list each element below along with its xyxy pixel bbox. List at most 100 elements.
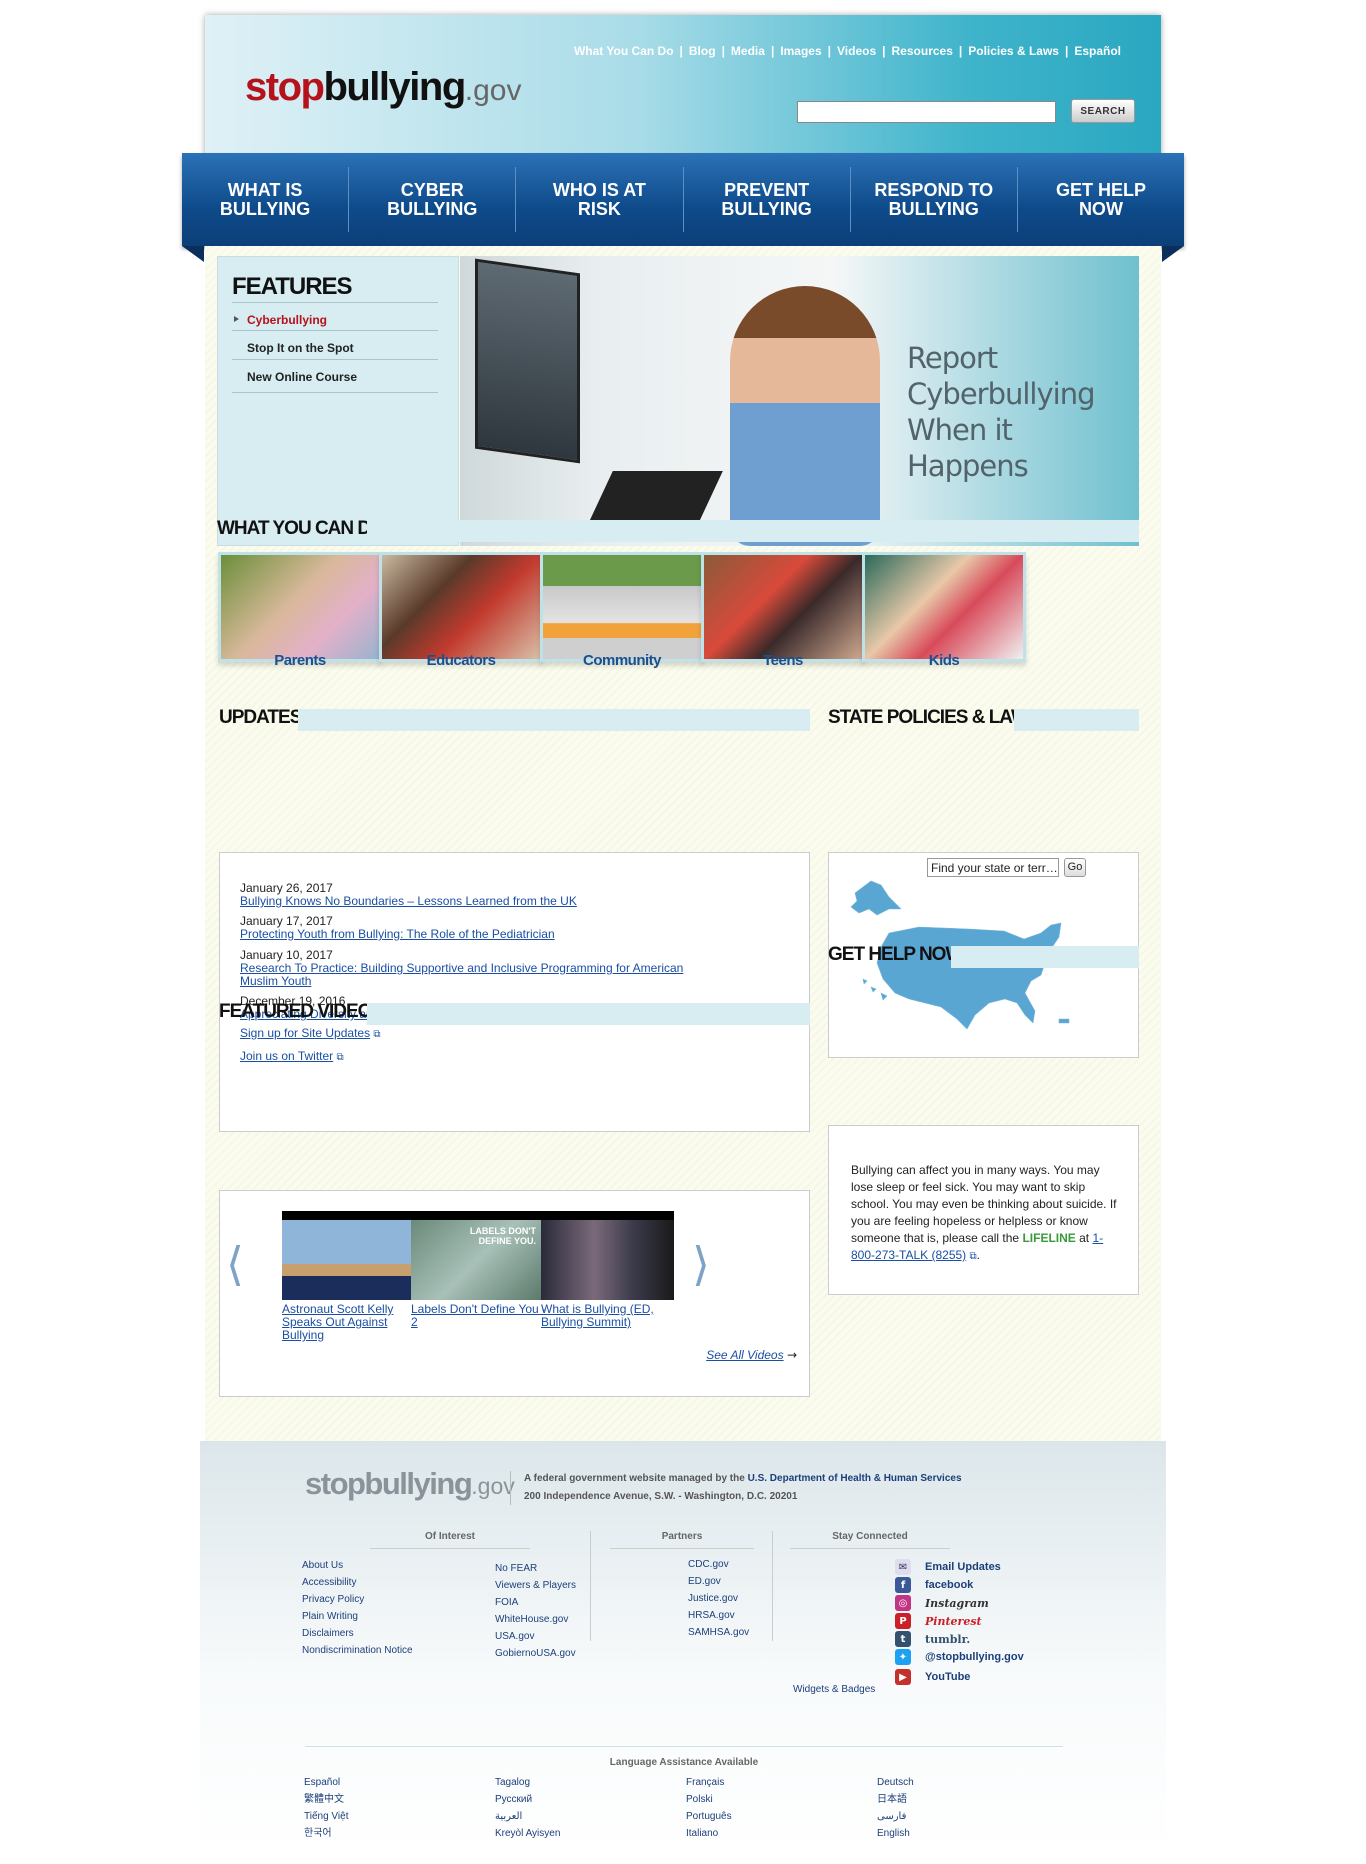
- social-facebook[interactable]: f facebook: [895, 1577, 973, 1593]
- instagram-icon: ◎: [895, 1595, 911, 1611]
- footer-link[interactable]: GobiernoUSA.gov: [495, 1645, 576, 1662]
- nav-what-is-bullying[interactable]: WHAT IS BULLYING: [182, 167, 350, 232]
- footer-link[interactable]: Disclaimers: [302, 1625, 413, 1642]
- feature-item-online-course[interactable]: New Online Course: [232, 359, 438, 393]
- carousel-prev-arrow-icon[interactable]: ⟨: [226, 1241, 244, 1287]
- language-link[interactable]: Deutsch: [877, 1774, 914, 1791]
- language-link[interactable]: Kreyòl Ayisyen: [495, 1825, 560, 1842]
- widgets-link[interactable]: Widgets & Badges: [793, 1681, 875, 1698]
- features-panel: FEATURES Cyberbullying Stop It on the Sp…: [217, 256, 459, 546]
- see-all-videos[interactable]: See All Videos →: [706, 1348, 797, 1362]
- videos-heading: FEATURED VIDEOS: [219, 1001, 384, 1022]
- language-link[interactable]: 繁體中文: [304, 1791, 348, 1808]
- footer-link[interactable]: CDC.gov: [688, 1556, 749, 1573]
- hero-banner[interactable]: Report Cyberbullying When it Happens: [460, 256, 1139, 546]
- language-link[interactable]: العربية: [495, 1808, 560, 1825]
- footer-link[interactable]: WhiteHouse.gov: [495, 1611, 576, 1628]
- search-button[interactable]: SEARCH: [1071, 99, 1135, 123]
- footer-link[interactable]: Privacy Policy: [302, 1591, 413, 1608]
- stay-connected-heading: Stay Connected: [790, 1531, 950, 1549]
- language-link[interactable]: Italiano: [686, 1825, 732, 1842]
- language-link[interactable]: 한국어: [304, 1825, 348, 1842]
- video-thumb-labels[interactable]: LABELS DON'T DEFINE YOU.: [411, 1211, 544, 1300]
- update-link[interactable]: Bullying Knows No Boundaries – Lessons L…: [240, 894, 577, 908]
- video-thumb-what-is-bullying[interactable]: [541, 1211, 674, 1300]
- twitter-icon: ✦: [895, 1649, 911, 1665]
- puerto-rico-shape: [1058, 1018, 1070, 1024]
- toplink-images[interactable]: Images: [780, 44, 821, 58]
- toplink-policies-laws[interactable]: Policies & Laws: [968, 44, 1059, 58]
- footer-link[interactable]: Justice.gov: [688, 1590, 749, 1607]
- toplink-blog[interactable]: Blog: [689, 44, 716, 58]
- footer-link[interactable]: Plain Writing: [302, 1608, 413, 1625]
- nav-get-help-now[interactable]: GET HELP NOW: [1018, 167, 1184, 232]
- footer-link[interactable]: ED.gov: [688, 1573, 749, 1590]
- language-link[interactable]: Polski: [686, 1791, 732, 1808]
- footer-link[interactable]: Viewers & Players: [495, 1577, 576, 1594]
- teens-image[interactable]: [701, 552, 865, 662]
- update-link[interactable]: Protecting Youth from Bullying: The Role…: [240, 927, 555, 941]
- footer-link[interactable]: Nondiscrimination Notice: [302, 1642, 413, 1659]
- language-link[interactable]: English: [877, 1825, 914, 1842]
- kids-image[interactable]: [862, 552, 1026, 662]
- main-content: FEATURES Cyberbullying Stop It on the Sp…: [205, 246, 1161, 1471]
- social-email[interactable]: ✉ Email Updates: [895, 1559, 1001, 1575]
- educators-image[interactable]: [379, 552, 543, 662]
- toplink-espanol[interactable]: Español: [1074, 44, 1121, 58]
- community-image[interactable]: [540, 552, 704, 662]
- video-thumb-astronaut[interactable]: [282, 1211, 415, 1300]
- nav-respond-to-bullying[interactable]: RESPOND TO BULLYING: [851, 167, 1018, 232]
- external-link-icon: ⧉: [969, 1251, 977, 1262]
- social-tumblr[interactable]: t tumblr.: [895, 1631, 970, 1647]
- signup-link[interactable]: Sign up for Site Updates: [240, 1026, 370, 1040]
- social-instagram[interactable]: ◎ Instagram: [895, 1595, 989, 1611]
- partners-list: CDC.gov ED.gov Justice.gov HRSA.gov SAMH…: [688, 1556, 749, 1641]
- kids-link[interactable]: Kids: [862, 652, 1026, 669]
- footer-link[interactable]: SAMHSA.gov: [688, 1624, 749, 1641]
- language-link[interactable]: Français: [686, 1774, 732, 1791]
- section-bar: [951, 946, 1139, 968]
- footer-link[interactable]: HRSA.gov: [688, 1607, 749, 1624]
- footer-link[interactable]: FOIA: [495, 1594, 576, 1611]
- nav-cyberbullying[interactable]: CYBER BULLYING: [349, 167, 517, 232]
- language-link[interactable]: Tagalog: [495, 1774, 560, 1791]
- toplink-videos[interactable]: Videos: [837, 44, 876, 58]
- language-link[interactable]: Tiếng Việt: [304, 1808, 348, 1825]
- parents-image[interactable]: [218, 552, 382, 662]
- toplink-what-you-can-do[interactable]: What You Can Do: [574, 44, 674, 58]
- site-logo[interactable]: stopbullying.gov: [245, 65, 521, 110]
- educators-link[interactable]: Educators: [379, 652, 543, 669]
- toplink-media[interactable]: Media: [731, 44, 765, 58]
- footer-link[interactable]: No FEAR: [495, 1560, 576, 1577]
- update-link[interactable]: Research To Practice: Building Supportiv…: [240, 961, 683, 988]
- language-link[interactable]: Русский: [495, 1791, 560, 1808]
- video-link-astronaut[interactable]: Astronaut Scott Kelly Speaks Out Against…: [282, 1303, 422, 1342]
- language-link[interactable]: 日本語: [877, 1791, 914, 1808]
- video-link-labels[interactable]: Labels Don't Define You - 2: [411, 1303, 551, 1329]
- teens-link[interactable]: Teens: [701, 652, 865, 669]
- main-nav: WHAT IS BULLYING CYBER BULLYING WHO IS AT R…: [182, 153, 1184, 262]
- social-twitter[interactable]: ✦ @stopbullying.gov: [895, 1649, 1024, 1665]
- language-link[interactable]: Português: [686, 1808, 732, 1825]
- nav-who-is-at-risk[interactable]: WHO IS AT RISK: [516, 167, 684, 232]
- twitter-link[interactable]: Join us on Twitter: [240, 1049, 333, 1063]
- footer-link[interactable]: USA.gov: [495, 1628, 576, 1645]
- footer-logo[interactable]: stopbullying.gov: [305, 1466, 515, 1502]
- update-item: January 10, 2017 Research To Practice: Bu…: [240, 948, 684, 988]
- search-input[interactable]: [797, 101, 1056, 123]
- toplink-resources[interactable]: Resources: [892, 44, 953, 58]
- footer-link[interactable]: About Us: [302, 1557, 413, 1574]
- language-link[interactable]: فارسی: [877, 1808, 914, 1825]
- video-link-what-is-bullying[interactable]: What is Bullying (ED, Bullying Summit): [541, 1303, 681, 1329]
- hhs-link[interactable]: U.S. Department of Health & Human Servic…: [748, 1473, 962, 1484]
- social-youtube[interactable]: ▶ YouTube: [895, 1669, 970, 1685]
- nav-prevent-bullying[interactable]: PREVENT BULLYING: [684, 167, 851, 232]
- managed-by: A federal government website managed by …: [524, 1473, 962, 1484]
- footer-link[interactable]: Accessibility: [302, 1574, 413, 1591]
- community-link[interactable]: Community: [540, 652, 704, 669]
- language-link[interactable]: Español: [304, 1774, 348, 1791]
- parents-link[interactable]: Parents: [218, 652, 382, 669]
- twitter-item: Join us on Twitter ⧉: [240, 1050, 344, 1064]
- social-pinterest[interactable]: P Pinterest: [895, 1613, 982, 1629]
- carousel-next-arrow-icon[interactable]: ⟩: [692, 1241, 710, 1287]
